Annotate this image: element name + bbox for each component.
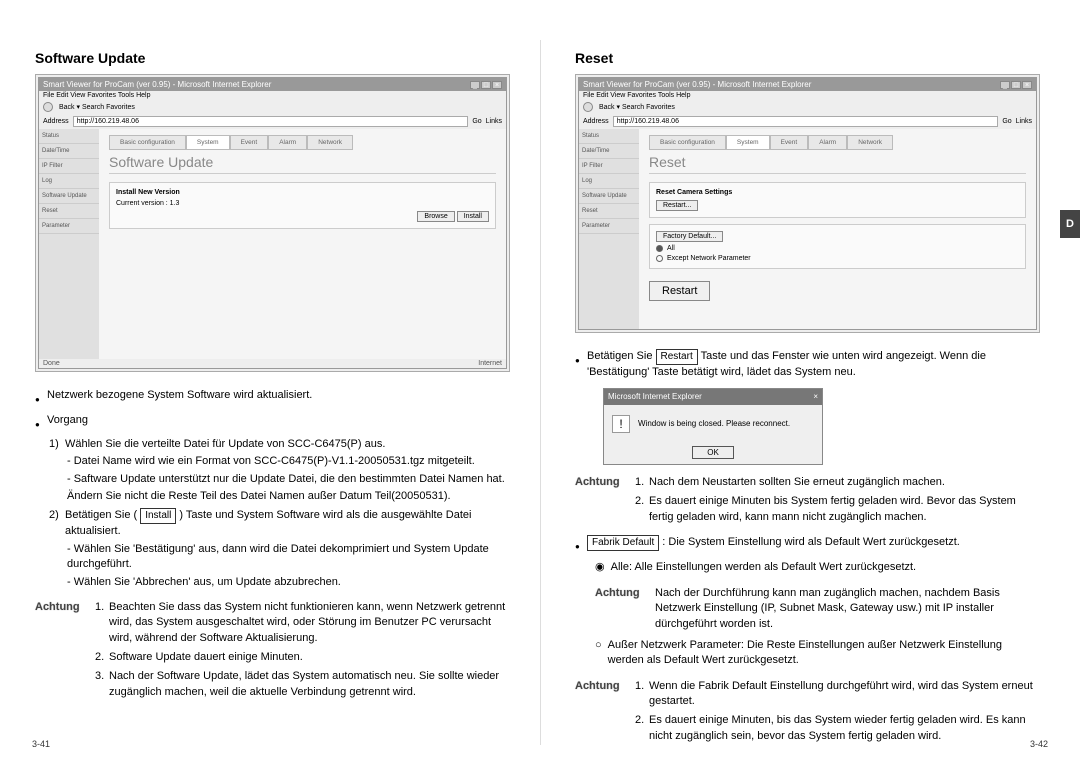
text: Alle: Alle Einstellungen werden als Defa…: [611, 560, 917, 575]
restart-button: Restart...: [656, 200, 698, 211]
address-input: http://160.219.48.06: [73, 116, 469, 127]
restart-inline-button: Restart: [656, 349, 698, 365]
address-input: http://160.219.48.06: [613, 116, 999, 127]
screenshot-software-update: Smart Viewer for ProCam (ver 0.95) - Mic…: [35, 74, 510, 372]
app-heading: Reset: [649, 154, 1026, 174]
left-title: Software Update: [35, 50, 510, 66]
text: Nach der Software Update, lädet das Syst…: [109, 669, 510, 700]
maximize-icon: □: [481, 81, 491, 89]
minimize-icon: _: [470, 81, 480, 89]
text: Nach der Durchführung kann man zugänglic…: [655, 587, 1000, 630]
install-inline-button: Install: [140, 508, 176, 524]
ie-title: Smart Viewer for ProCam (ver 0.95) - Mic…: [583, 80, 811, 89]
num: 1): [49, 437, 65, 452]
radio-empty-icon: ○: [595, 638, 602, 653]
radio-all: [656, 245, 663, 252]
ie-menubar: File Edit View Favorites Tools Help: [579, 91, 1036, 100]
ie-title: Smart Viewer for ProCam (ver 0.95) - Mic…: [43, 80, 271, 89]
back-icon: [583, 102, 593, 112]
close-icon: ×: [492, 81, 502, 89]
achtung-label: Achtung: [595, 586, 655, 632]
text: Beachten Sie dass das System nicht funkt…: [109, 600, 510, 646]
install-button: Install: [457, 211, 489, 222]
radio-except: [656, 255, 663, 262]
go-button: Go: [472, 118, 481, 125]
ie-toolbar: Back ▾ Search Favorites: [39, 100, 506, 114]
maximize-icon: □: [1011, 81, 1021, 89]
tab-alarm: Alarm: [268, 135, 307, 150]
text: Ändern Sie nicht die Reste Teil des Date…: [35, 489, 510, 504]
app-heading: Software Update: [109, 154, 496, 174]
app-sidebar: Status Date/Time IP Filter Log Software …: [39, 129, 99, 359]
right-title: Reset: [575, 50, 1040, 66]
radio-filled-icon: ◉: [595, 560, 605, 575]
text: Wenn die Fabrik Default Einstellung durc…: [649, 679, 1040, 710]
text: Wählen Sie die verteilte Datei für Updat…: [65, 437, 385, 452]
sidebar-status: Status: [39, 129, 99, 144]
text: Es dauert einige Minuten, bis das System…: [649, 713, 1040, 744]
status-done: Done: [43, 360, 60, 367]
warning-icon: !: [612, 415, 630, 433]
page-number: 3-41: [32, 739, 50, 749]
text: Es dauert einige Minuten bis System fert…: [649, 494, 1040, 525]
factory-default-button: Factory Default...: [656, 231, 723, 242]
achtung-label: Achtung: [575, 679, 635, 749]
ie-titlebar: Smart Viewer for ProCam (ver 0.95) - Mic…: [39, 78, 506, 91]
num: 2): [49, 508, 65, 539]
restart-big-button: Restart: [649, 281, 710, 301]
achtung-label: Achtung: [35, 600, 95, 704]
dialog-message: Window is being closed. Please reconnect…: [638, 418, 790, 429]
sidebar-ipfilter: IP Filter: [39, 159, 99, 174]
browse-button: Browse: [417, 211, 454, 222]
back-icon: [43, 102, 53, 112]
page-left: Software Update Smart Viewer for ProCam …: [0, 0, 540, 765]
links-label: Links: [486, 118, 502, 125]
screenshot-reset: Smart Viewer for ProCam (ver 0.95) - Mic…: [575, 74, 1040, 333]
text: Nach dem Neustarten sollten Sie erneut z…: [649, 475, 945, 490]
dialog-reconnect: Microsoft Internet Explorer × ! Window is…: [603, 388, 823, 464]
bullet-icon: [575, 353, 581, 368]
text: - Wählen Sie 'Bestätigung' aus, dann wir…: [35, 542, 510, 573]
panel-title: Reset Camera Settings: [656, 189, 1019, 196]
page-spread: Software Update Smart Viewer for ProCam …: [0, 0, 1080, 765]
text: - Saftware Update unterstützt nur die Up…: [35, 472, 510, 487]
status-net: Internet: [478, 360, 502, 367]
tab-network: Network: [307, 135, 353, 150]
ie-menubar: File Edit View Favorites Tools Help: [39, 91, 506, 100]
bullet-icon: [575, 539, 581, 554]
text: Fabrik Default : Die System Einstellung …: [587, 535, 960, 551]
achtung-label: Achtung: [575, 475, 635, 529]
sidebar-log: Log: [39, 174, 99, 189]
text: - Datei Name wird wie ein Format von SCC…: [35, 454, 510, 469]
text: Software Update dauert einige Minuten.: [109, 650, 303, 665]
bullet-icon: [35, 392, 41, 407]
sidebar-parameter: Parameter: [39, 219, 99, 234]
bullet-icon: [35, 417, 41, 432]
sidebar-swupdate: Software Update: [39, 189, 99, 204]
tab-basic: Basic configuration: [109, 135, 186, 150]
minimize-icon: _: [1000, 81, 1010, 89]
panel-title: Install New Version: [116, 189, 489, 196]
page-right: Reset Smart Viewer for ProCam (ver 0.95)…: [540, 0, 1080, 765]
page-number: 3-42: [1030, 739, 1048, 749]
factory-default-inline: Fabrik Default: [587, 535, 659, 551]
text: Vorgang: [47, 413, 88, 428]
current-version: Current version : 1.3: [116, 200, 489, 207]
tab-event: Event: [230, 135, 269, 150]
address-label: Address: [43, 118, 69, 125]
ok-button: OK: [692, 446, 734, 459]
text: Betätigen Sie Restart Taste und das Fens…: [587, 349, 1040, 380]
close-icon: ×: [813, 391, 818, 402]
text: Außer Netzwerk Parameter: Die Reste Eins…: [608, 638, 1040, 669]
text: Betätigen Sie ( Install ) Taste und Syst…: [65, 508, 510, 539]
sidebar-datetime: Date/Time: [39, 144, 99, 159]
dialog-title: Microsoft Internet Explorer: [608, 391, 702, 402]
close-icon: ×: [1022, 81, 1032, 89]
sidebar-reset: Reset: [39, 204, 99, 219]
tab-system: System: [186, 135, 230, 150]
text: Netzwerk bezogene System Software wird a…: [47, 388, 312, 403]
text: - Wählen Sie 'Abbrechen' aus, um Update …: [35, 575, 510, 590]
